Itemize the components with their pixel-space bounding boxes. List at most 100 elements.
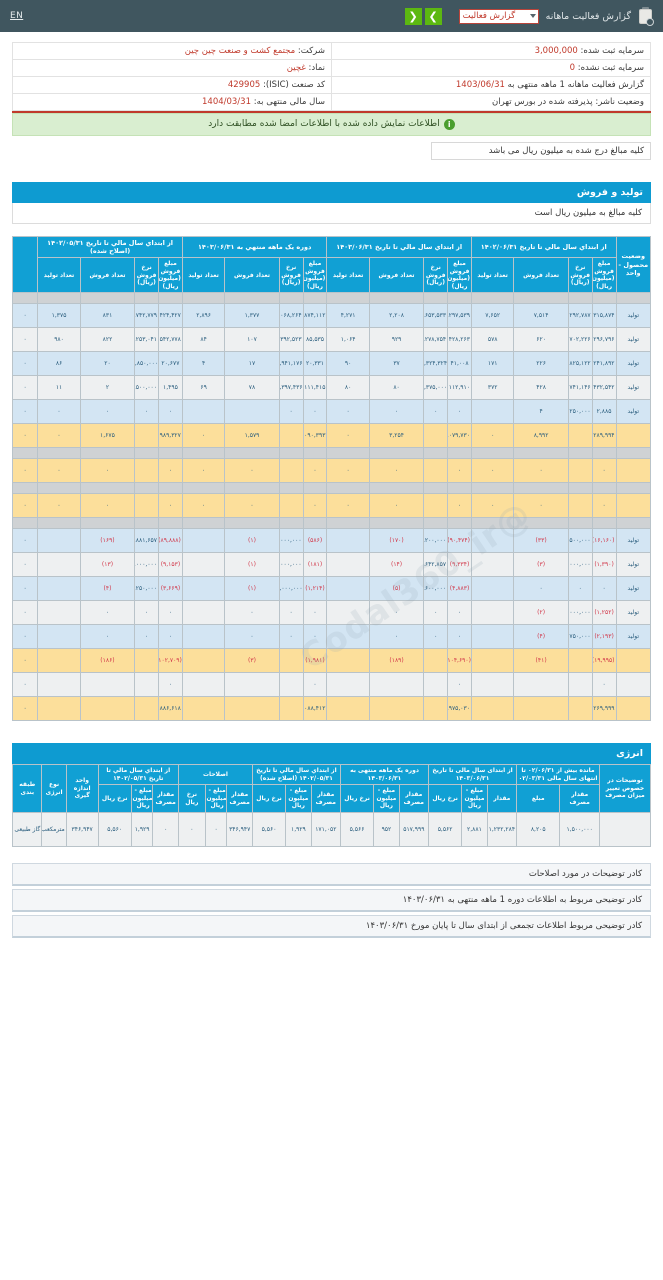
cell-r14-c0: ۰ (591, 576, 617, 602)
cell-r11-c1 (567, 517, 593, 530)
col-subheader-14: تعداد فروش (79, 257, 136, 294)
cell-r17-c7 (326, 648, 370, 674)
row-status-unit (615, 447, 652, 460)
prev-report-button[interactable]: ❮ (404, 7, 422, 25)
issuer-status-cell: وضعیت ناشر: پذیرفته شده در بورس تهران (331, 93, 651, 111)
cell-r4-c15: ۱۱ (37, 375, 81, 401)
row-status-unit (615, 292, 652, 305)
cell-r19-c14 (79, 696, 136, 722)
footer-note-0: کادر توضیحات در مورد اصلاحات (12, 862, 651, 886)
group-header-row: وضعیت محصول - واحد از ابتداي سال مالي تا… (11, 235, 652, 294)
cell-r2-c4: ۴۲۸,۲۶۳ (447, 327, 472, 353)
production-sales-thead: وضعیت محصول - واحد از ابتداي سال مالي تا… (11, 235, 652, 294)
col-subheader-4: مبلغ فروش (میلیون ریال) (447, 257, 472, 294)
cell-r7-c10 (224, 447, 280, 460)
energy-value-6: ۹۵۲ (373, 811, 400, 847)
company-info-panel: سرمایه ثبت شده: 3,000,000 شرکت: مجتمع کش… (12, 32, 651, 160)
row-status-unit: تولید (615, 375, 652, 401)
col-energy-type: نوع انرژی (41, 764, 67, 813)
cell-r18-c7 (326, 672, 370, 698)
cell-r3-c6: ۳۷ (368, 351, 425, 377)
cell-r15-c8: ۰ (302, 600, 328, 626)
cell-r4-c4: ۱۱۲,۹۱۰ (447, 375, 472, 401)
cell-r11-c10 (224, 517, 280, 530)
cell-r19-c15 (37, 696, 81, 722)
cell-r10-c5 (423, 493, 449, 519)
cell-r5-c10 (224, 399, 280, 425)
cell-r11-c13 (134, 517, 160, 530)
cell-r17-c13 (134, 648, 160, 674)
cell-r19-c7 (326, 696, 370, 722)
col-energy-ytd-1402-05-adj: از ابتداي سال مالي تا تاريخ ۱۴۰۲/۰۵/۳۱ (… (251, 764, 341, 786)
cell-r7-c2 (513, 447, 569, 460)
cell-r18-c3 (470, 672, 515, 698)
cell-r3-c4: ۴۱,۰۰۸ (447, 351, 472, 377)
cell-r13-c14: (۱۳) (79, 552, 136, 578)
language-toggle-en[interactable]: EN (10, 11, 23, 21)
cell-r15-c1: ۶۲۶,۰۰۰,۰۰۰ (567, 600, 593, 626)
cell-r7-c11 (181, 447, 226, 460)
top-bar-right-group: گزارش فعالیت ماهانه گزارش فعالیت ❯ ❮ (404, 7, 654, 26)
table-row: ۴,۲۸۹,۹۹۴۸,۹۹۲۰۲,۰۷۹,۷۳۰۳,۲۵۴۰۱,۰۹۰,۳۹۳۱… (11, 423, 652, 449)
col-group-trailing (11, 235, 39, 294)
row-status-unit (615, 648, 652, 674)
cell-r10-c0: ۰ (591, 493, 617, 519)
company-cell: شرکت: مجتمع کشت و صنعت چین چین (12, 42, 332, 60)
energy-subheader-16: نرخ ریال (97, 784, 132, 813)
cell-r19-c10 (224, 696, 280, 722)
issuer-status-value: پذیرفته شده در بورس تهران (492, 97, 593, 107)
cell-r12-c13: ۵۳۱,۸۸۱,۶۵۷ (134, 528, 160, 554)
table-row: تولید(۱۶,۱۶۰)۴۴۲,۵۰۰,۰۰۰(۳۳) (۹۰,۴۷۴)۵۳۲,… (11, 528, 652, 554)
cell-r3-c7: ۹۰ (326, 351, 370, 377)
cell-r12-c11 (181, 528, 226, 554)
nav-buttons: ❯ ❮ (404, 7, 442, 25)
cell-r6-c12: ۹۸۹,۳۲۷ (158, 423, 183, 449)
cell-r10-c6: ۰ (368, 493, 425, 519)
amounts-unit-note: کلیه مبالغ درج شده به میلیون ریال می باش… (431, 142, 651, 160)
cell-r16-c3 (470, 624, 515, 650)
cell-r2-c3: ۵۷۸ (470, 327, 515, 353)
cell-r19-c6 (368, 696, 425, 722)
energy-subheader-4: نرخ ریال (428, 784, 463, 813)
cell-r14-c13: ۹۱۷,۲۵۰,۰۰۰ (134, 576, 160, 602)
cell-r7-c12 (158, 447, 183, 460)
cell-r13-c16: ۰ (11, 552, 39, 578)
cell-r6-c4: ۲,۰۷۹,۷۳۰ (447, 423, 472, 449)
cell-r0-c11 (181, 292, 226, 305)
cell-r12-c2: (۳۳) (513, 528, 569, 554)
energy-value-13: ۰ (177, 811, 206, 847)
cell-r1-c14: ۸۳۱ (79, 303, 136, 329)
cell-r18-c12: ۰ (158, 672, 183, 698)
col-energy-ytd-b: از ابتدای سال مالی تا تاریخ ۱۴۰۳/۰۶/۳۱ (428, 764, 518, 786)
next-report-button[interactable]: ❯ (424, 7, 442, 25)
cell-r10-c4: ۰ (447, 493, 472, 519)
report-type-select[interactable]: گزارش فعالیت (458, 8, 539, 24)
col-subheader-10: تعداد فروش (224, 257, 280, 294)
cell-r1-c8: ۸۷۴,۱۱۲ (302, 303, 328, 329)
cell-r13-c7 (326, 552, 370, 578)
cell-r12-c12: (۸۹,۸۸۸) (158, 528, 183, 554)
cell-r2-c2: ۶۲۰ (513, 327, 569, 353)
cell-r13-c11 (181, 552, 226, 578)
cell-r0-c15 (37, 292, 81, 305)
cell-r16-c6: ۰ (368, 624, 425, 650)
cell-r1-c0: ۳,۳۱۵,۸۷۴ (591, 303, 617, 329)
issuer-status-label: وضعیت ناشر: (595, 97, 644, 107)
cell-r19-c4: ۱,۹۷۵,۰۳۰ (447, 696, 472, 722)
cell-r4-c13: ۷۴۷,۵۰۰,۰۰۰ (134, 375, 160, 401)
cell-r0-c14 (79, 292, 136, 305)
cell-r1-c15: ۱,۳۷۵ (37, 303, 81, 329)
cell-r6-c5 (423, 423, 449, 449)
unregistered-capital-label: سرمایه ثبت نشده: (577, 63, 644, 73)
cell-r19-c13 (134, 696, 160, 722)
company-info-table: سرمایه ثبت شده: 3,000,000 شرکت: مجتمع کش… (12, 42, 651, 111)
cell-r1-c13: ۵۱۰,۷۴۲,۷۷۹ (134, 303, 160, 329)
cell-r18-c11 (181, 672, 226, 698)
cell-r0-c3 (470, 292, 515, 305)
cell-r1-c12: ۴۲۴,۴۲۷ (158, 303, 183, 329)
energy-subheader-13: نرخ ریال (177, 784, 206, 813)
cell-r0-c9 (278, 292, 304, 305)
cell-r0-c4 (447, 292, 472, 305)
energy-value-15: ۱,۹۲۹ (130, 811, 154, 847)
cell-r6-c8: ۱,۰۹۰,۳۹۳ (302, 423, 328, 449)
